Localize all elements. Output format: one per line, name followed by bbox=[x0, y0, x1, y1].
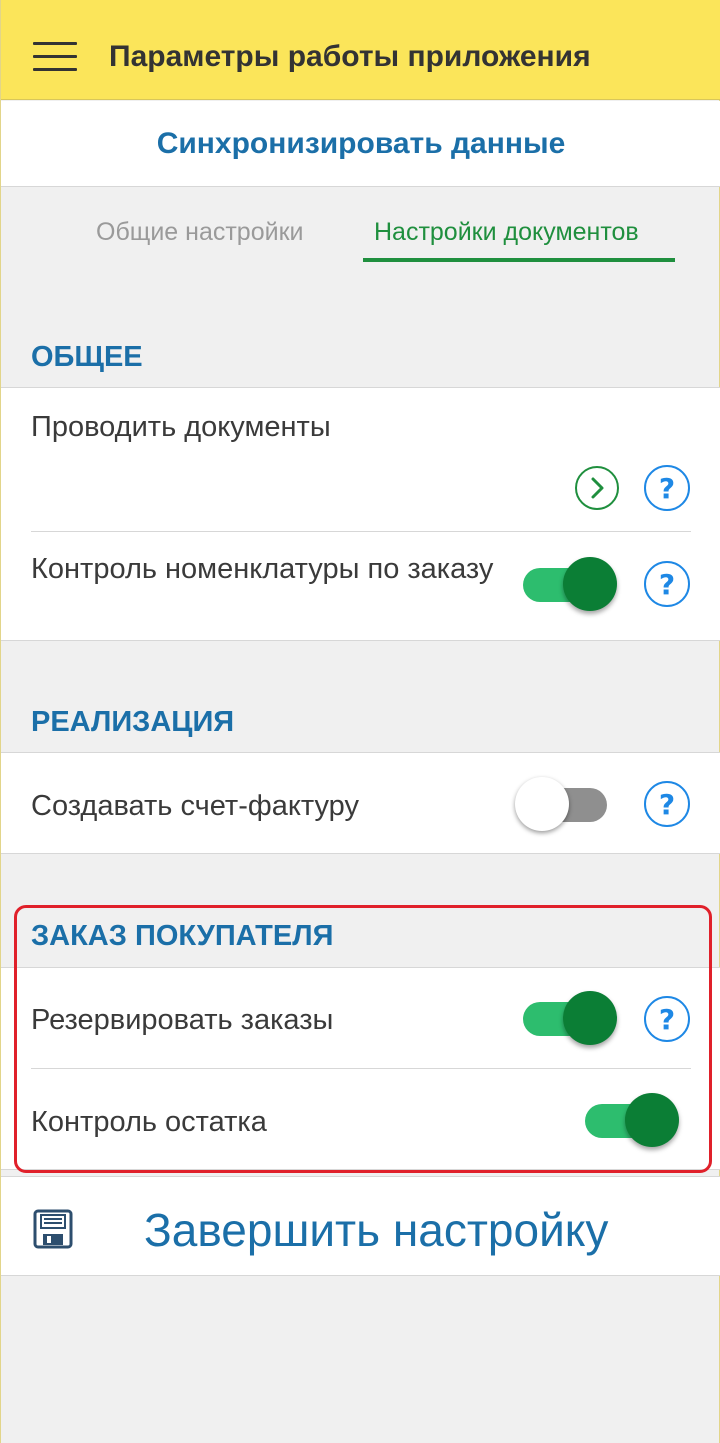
help-icon[interactable]: ? bbox=[644, 781, 690, 827]
reserve-orders-label: Резервировать заказы bbox=[31, 1004, 334, 1036]
nomenclature-control-toggle[interactable] bbox=[523, 556, 619, 612]
active-tab-indicator bbox=[363, 258, 675, 262]
section-title-general: ОБЩЕЕ bbox=[31, 341, 143, 373]
customer-order-settings-panel: Резервировать заказы ? Контроль остатка bbox=[1, 967, 720, 1170]
page-title: Параметры работы приложения bbox=[109, 40, 591, 73]
section-title-realization: РЕАЛИЗАЦИЯ bbox=[31, 706, 235, 738]
stock-control-toggle[interactable] bbox=[585, 1092, 681, 1148]
toggle-thumb bbox=[625, 1093, 679, 1147]
help-icon[interactable]: ? bbox=[644, 996, 690, 1042]
finish-setup-button[interactable]: Завершить настройку bbox=[1, 1176, 720, 1276]
row-divider bbox=[31, 531, 691, 532]
nomenclature-control-label: Контроль номенклатуры по заказу bbox=[31, 553, 494, 585]
post-documents-label: Проводить документы bbox=[31, 411, 331, 443]
realization-settings-panel: Создавать счет-фактуру ? bbox=[1, 752, 720, 854]
section-title-customer-order: ЗАКАЗ ПОКУПАТЕЛЯ bbox=[31, 920, 334, 952]
app-bar: Параметры работы приложения bbox=[1, 0, 720, 100]
toggle-thumb bbox=[563, 991, 617, 1045]
stock-control-label: Контроль остатка bbox=[31, 1106, 267, 1138]
floppy-disk-icon bbox=[33, 1209, 73, 1249]
row-divider bbox=[31, 1068, 691, 1069]
tab-document-settings[interactable]: Настройки документов bbox=[374, 218, 639, 247]
help-icon[interactable]: ? bbox=[644, 465, 690, 511]
help-icon[interactable]: ? bbox=[644, 561, 690, 607]
toggle-thumb bbox=[515, 777, 569, 831]
sync-bar: Синхронизировать данные bbox=[1, 101, 720, 187]
hamburger-menu-icon[interactable] bbox=[33, 40, 77, 72]
create-invoice-label: Создавать счет-фактуру bbox=[31, 790, 359, 822]
toggle-thumb bbox=[563, 557, 617, 611]
sync-data-button[interactable]: Синхронизировать данные bbox=[157, 127, 566, 161]
create-invoice-toggle[interactable] bbox=[515, 776, 611, 832]
finish-setup-label: Завершить настройку bbox=[144, 1204, 609, 1256]
reserve-orders-toggle[interactable] bbox=[523, 990, 619, 1046]
chevron-right-icon[interactable] bbox=[575, 466, 619, 510]
general-settings-panel: Проводить документы ? Контроль номенклат… bbox=[1, 387, 720, 641]
tab-general-settings[interactable]: Общие настройки bbox=[96, 218, 303, 247]
